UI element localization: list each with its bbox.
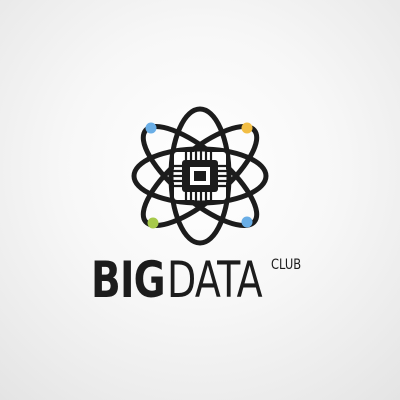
electron-top-right xyxy=(241,122,253,134)
electron-bottom-left xyxy=(147,217,159,229)
atom-logo-icon xyxy=(131,106,269,246)
electron-top-left xyxy=(145,122,157,134)
electron-bottom-right xyxy=(241,216,253,228)
microchip-icon xyxy=(172,150,228,202)
